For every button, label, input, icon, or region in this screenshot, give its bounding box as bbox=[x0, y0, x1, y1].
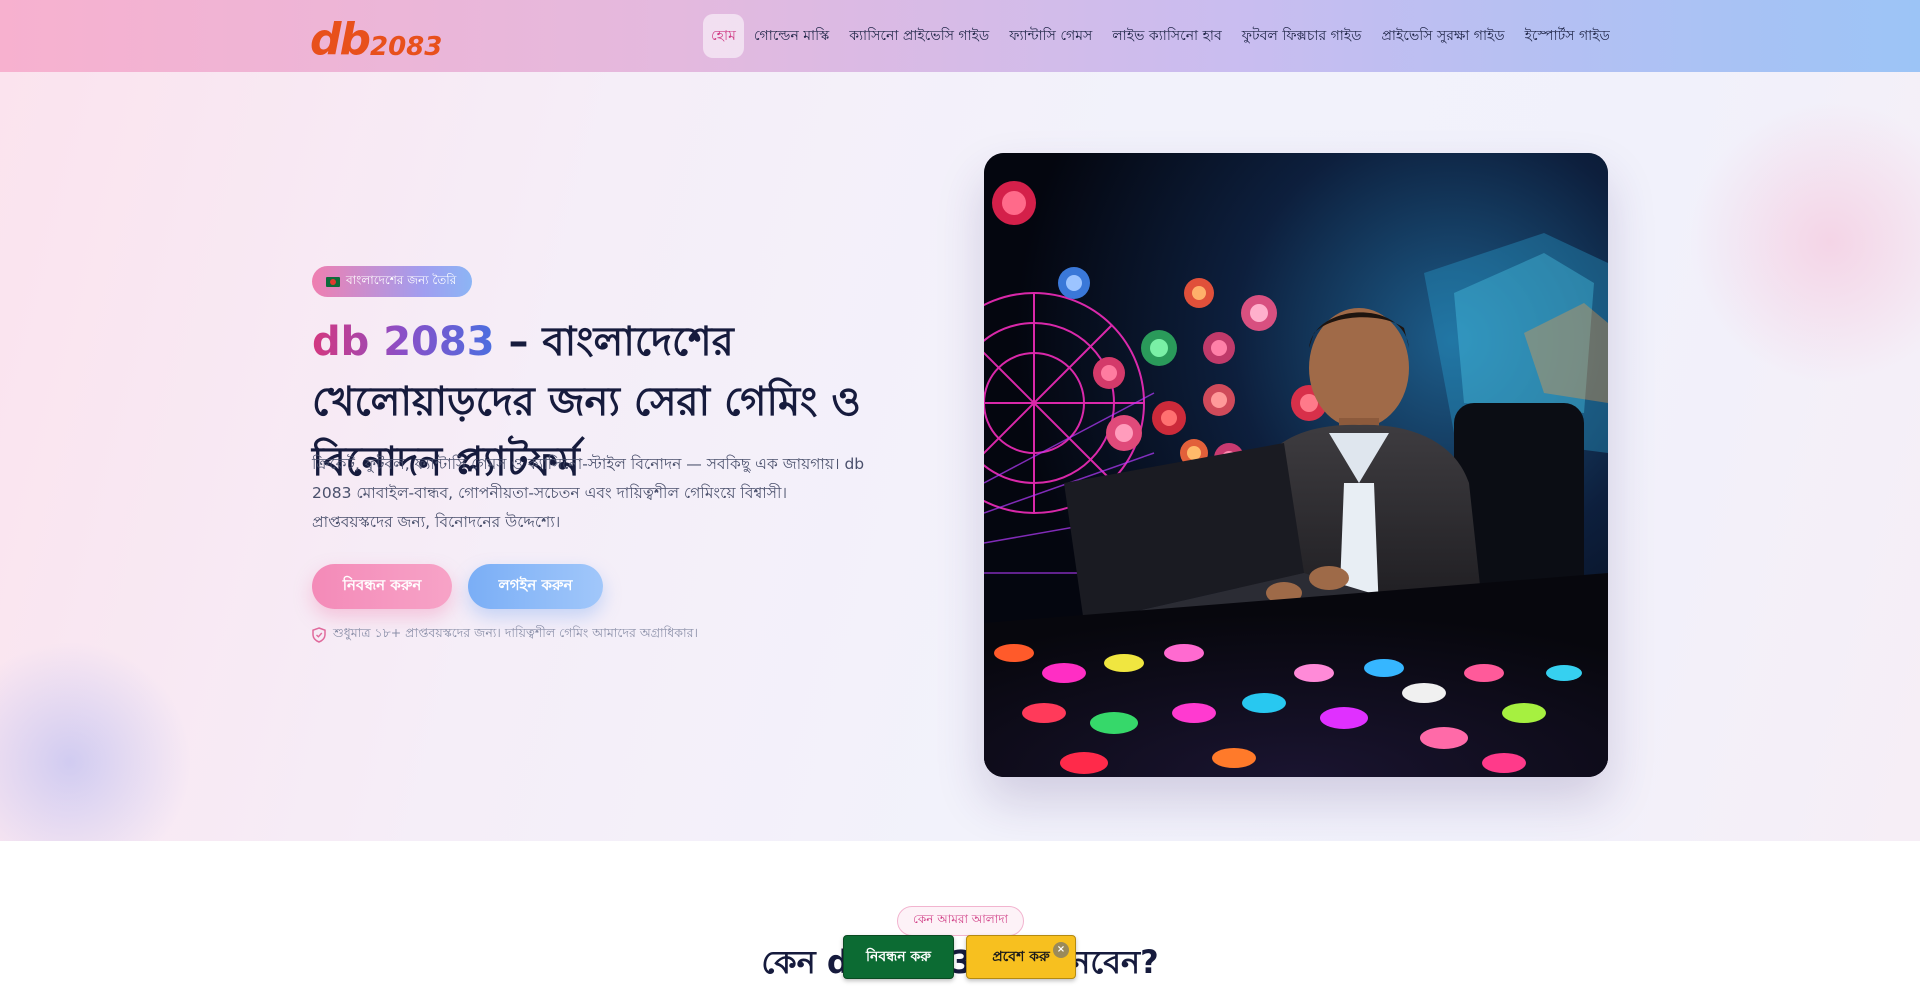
sticky-cta-bar: নিবন্ধন করু প্রবেশ করু × bbox=[843, 935, 1076, 979]
casino-player-illustration bbox=[984, 153, 1608, 777]
hero-description: ক্রিকেট, ফুটবল, ফ্যান্টাসি গেমস ও ক্যাসি… bbox=[312, 455, 865, 531]
nav-football-fixture-guide[interactable]: ফুটবল ফিক্সচার গাইড bbox=[1232, 14, 1372, 58]
origin-badge: বাংলাদেশের জন্য তৈরি bbox=[312, 266, 473, 297]
close-icon[interactable]: × bbox=[1053, 942, 1069, 958]
site-logo[interactable]: db 2083 bbox=[310, 14, 443, 65]
origin-badge-label: বাংলাদেশের জন্য তৈরি bbox=[346, 272, 457, 287]
hero-title-brand: db 2083 bbox=[312, 319, 495, 365]
hero-image bbox=[984, 153, 1608, 777]
logo-secondary: 2083 bbox=[370, 32, 443, 62]
sticky-login-label: প্রবেশ করু bbox=[992, 949, 1050, 965]
site-header: db 2083 হোম গোল্ডেন মাস্কি ক্যাসিনো প্রা… bbox=[0, 0, 1920, 72]
sticky-login-button[interactable]: প্রবেশ করু × bbox=[966, 935, 1076, 979]
age-notice-text: শুধুমাত্র ১৮+ প্রাপ্তবয়স্কদের জন্য। দায… bbox=[333, 625, 698, 640]
main-nav: হোম গোল্ডেন মাস্কি ক্যাসিনো প্রাইভেসি গা… bbox=[703, 14, 1620, 58]
nav-esports-guide[interactable]: ইস্পোর্টস গাইড bbox=[1515, 14, 1620, 58]
why-us-pill: কেন আমরা আলাদা bbox=[897, 906, 1024, 936]
sticky-register-button[interactable]: নিবন্ধন করু bbox=[843, 935, 954, 979]
nav-home[interactable]: হোম bbox=[703, 14, 744, 58]
nav-casino-privacy-guide[interactable]: ক্যাসিনো প্রাইভেসি গাইড bbox=[839, 14, 999, 58]
nav-golden-mask[interactable]: গোল্ডেন মাস্কি bbox=[744, 14, 839, 58]
nav-fantasy-games[interactable]: ফ্যান্টাসি গেমস bbox=[999, 14, 1102, 58]
logo-primary: db bbox=[310, 14, 371, 65]
age-notice: শুধুমাত্র ১৮+ প্রাপ্তবয়স্কদের জন্য। দায… bbox=[312, 625, 698, 645]
hero-section: বাংলাদেশের জন্য তৈরি db 2083 – বাংলাদেশে… bbox=[0, 72, 1920, 841]
shield-icon bbox=[312, 627, 326, 643]
nav-live-casino-hub[interactable]: লাইভ ক্যাসিনো হাব bbox=[1102, 14, 1232, 58]
login-button[interactable]: লগইন করুন bbox=[468, 564, 603, 609]
register-button[interactable]: নিবন্ধন করুন bbox=[312, 564, 452, 609]
bangladesh-flag-icon bbox=[326, 276, 340, 287]
nav-privacy-protection-guide[interactable]: প্রাইভেসি সুরক্ষা গাইড bbox=[1371, 14, 1514, 58]
